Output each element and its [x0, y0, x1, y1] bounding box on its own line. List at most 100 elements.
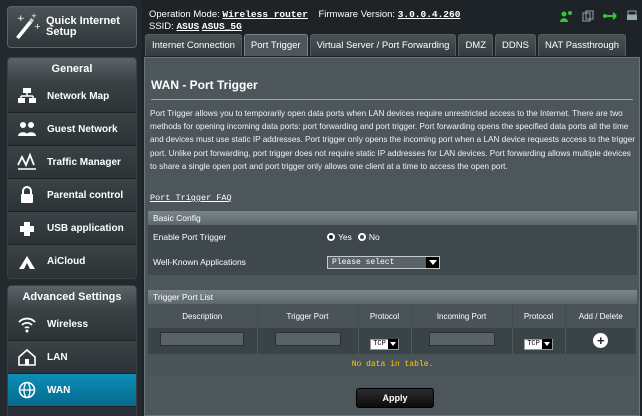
chevron-down-icon	[541, 339, 552, 349]
description-input[interactable]	[160, 331, 245, 346]
trigger-port-list-section: Trigger Port List Description Trigger Po…	[148, 290, 637, 376]
basic-config-section: Basic Config Enable Port Trigger Yes No …	[148, 211, 637, 275]
tab-port-trigger[interactable]: Port Trigger	[243, 34, 308, 56]
operation-mode-line: Operation Mode: Wireless router Firmware…	[149, 9, 460, 20]
basic-config-header: Basic Config	[148, 211, 637, 225]
tab-ddns[interactable]: DDNS	[495, 34, 536, 56]
incoming-protocol-select[interactable]: TCP	[524, 338, 553, 350]
page-title: WAN - Port Trigger	[151, 78, 258, 92]
trigger-protocol-select[interactable]: TCP	[370, 338, 399, 350]
col-protocol-trigger: Protocol	[358, 304, 412, 328]
printer-status-icon[interactable]	[626, 9, 638, 27]
col-add-delete: Add / Delete	[565, 304, 637, 328]
op-mode-link[interactable]: Wireless router	[222, 9, 308, 20]
tab-nat-passthrough[interactable]: NAT Passthrough	[537, 34, 627, 56]
sidebar-item-label: Parental control	[47, 189, 124, 201]
ssid-label: SSID:	[149, 21, 174, 32]
sidebar-item-label: AiCloud	[47, 256, 86, 267]
trigger-port-list-header: Trigger Port List	[148, 290, 637, 304]
port-trigger-faq-link[interactable]: Port Trigger FAQ	[150, 193, 232, 203]
wellknown-select-value: Please select	[332, 257, 395, 267]
general-menu-group: General Network Map Guest Network Traffi…	[7, 57, 137, 279]
sidebar-item-label: Traffic Manager	[47, 156, 121, 168]
title-divider	[151, 99, 633, 100]
add-icon[interactable]: +	[593, 333, 609, 348]
incoming-protocol-value: TCP	[527, 340, 540, 348]
sidebar-item-label: Wireless	[47, 318, 89, 330]
traffic-manager-icon	[16, 151, 38, 173]
wellknown-applications-label: Well-Known Applications	[153, 257, 246, 267]
client-status-icon[interactable]	[560, 9, 574, 27]
trigger-port-table: Description Trigger Port Protocol Incomi…	[148, 304, 637, 354]
network-map-icon	[16, 85, 38, 107]
parental-control-icon	[16, 184, 38, 206]
sidebar-item-network-map[interactable]: Network Map	[8, 80, 136, 113]
wireless-icon	[16, 313, 38, 335]
radio-no-indicator	[357, 233, 366, 241]
sidebar-item-parental-control[interactable]: Parental control	[8, 179, 136, 212]
sidebar-item-wireless[interactable]: Wireless	[8, 308, 136, 341]
aicloud-icon	[16, 251, 38, 273]
page-description: Port Trigger allows you to temporarily o…	[150, 109, 635, 171]
firmware-label: Firmware Version:	[318, 9, 396, 20]
qis-label: Quick Internet Setup	[46, 15, 120, 38]
advanced-header: Advanced Settings	[8, 286, 136, 308]
enable-port-trigger-row: Enable Port Trigger Yes No	[148, 225, 637, 250]
ssid-link-2[interactable]: ASUS_5G	[202, 21, 242, 32]
lan-icon	[16, 346, 38, 368]
guest-network-icon	[16, 118, 38, 140]
copy-status-icon[interactable]	[582, 9, 594, 27]
chevron-down-icon	[426, 256, 439, 268]
wellknown-applications-row: Well-Known Applications Please select	[148, 250, 637, 275]
main-panel: WAN - Port Trigger Port Trigger allows y…	[144, 57, 640, 416]
col-trigger-port: Trigger Port	[257, 304, 359, 328]
tab-bar: Internet Connection Port Trigger Virtual…	[145, 34, 627, 56]
sidebar: + + + Quick Internet Setup General Netwo…	[0, 0, 142, 416]
table-input-row: TCP TCP +	[148, 328, 637, 354]
radio-no-label: No	[368, 232, 380, 242]
enable-no-radio[interactable]: No	[357, 232, 380, 242]
enable-yes-radio[interactable]: Yes	[327, 232, 352, 242]
radio-yes-label: Yes	[338, 232, 352, 242]
quick-internet-setup-button[interactable]: + + + Quick Internet Setup	[7, 6, 137, 48]
usb-application-icon	[16, 217, 38, 239]
wan-icon	[16, 379, 38, 401]
incoming-port-input[interactable]	[428, 331, 495, 346]
col-incoming-port: Incoming Port	[411, 304, 513, 328]
sidebar-item-aicloud[interactable]: AiCloud	[8, 245, 136, 278]
svg-text:+: +	[17, 14, 25, 24]
enable-port-trigger-label: Enable Port Trigger	[153, 232, 227, 242]
tab-internet-connection[interactable]: Internet Connection	[145, 34, 242, 56]
empty-table-message: No data in table.	[148, 354, 637, 376]
sidebar-item-label: Guest Network	[47, 123, 118, 135]
radio-yes-indicator	[327, 233, 335, 241]
status-icons	[560, 9, 638, 27]
advanced-menu-group: Advanced Settings Wireless LAN WAN	[7, 285, 137, 416]
chevron-down-icon	[387, 339, 398, 349]
sidebar-item-wan[interactable]: WAN	[8, 374, 136, 407]
svg-text:+: +	[34, 22, 40, 31]
sidebar-item-traffic-manager[interactable]: Traffic Manager	[8, 146, 136, 179]
svg-text:+: +	[31, 12, 37, 20]
tab-virtual-server[interactable]: Virtual Server / Port Forwarding	[309, 34, 457, 56]
sidebar-item-lan[interactable]: LAN	[8, 341, 136, 374]
tab-dmz[interactable]: DMZ	[458, 34, 494, 56]
op-mode-label: Operation Mode:	[149, 9, 220, 20]
trigger-port-input[interactable]	[274, 331, 341, 346]
col-description: Description	[148, 304, 258, 328]
sidebar-item-label: Network Map	[47, 90, 110, 102]
usb-status-icon[interactable]	[602, 9, 618, 27]
firmware-link[interactable]: 3.0.0.4.260	[398, 9, 461, 20]
wellknown-applications-select[interactable]: Please select	[327, 255, 440, 269]
general-header: General	[8, 58, 136, 80]
sidebar-item-label: LAN	[47, 351, 68, 363]
sidebar-item-label: WAN	[47, 384, 71, 396]
apply-button[interactable]: Apply	[356, 388, 434, 408]
trigger-protocol-value: TCP	[373, 340, 386, 348]
magic-wand-icon: + + +	[14, 11, 41, 44]
ssid-link-1[interactable]: ASUS	[176, 21, 199, 32]
sidebar-item-label: USB application	[47, 222, 124, 234]
col-protocol-incoming: Protocol	[512, 304, 566, 328]
sidebar-item-guest-network[interactable]: Guest Network	[8, 113, 136, 146]
sidebar-item-usb-application[interactable]: USB application	[8, 212, 136, 245]
